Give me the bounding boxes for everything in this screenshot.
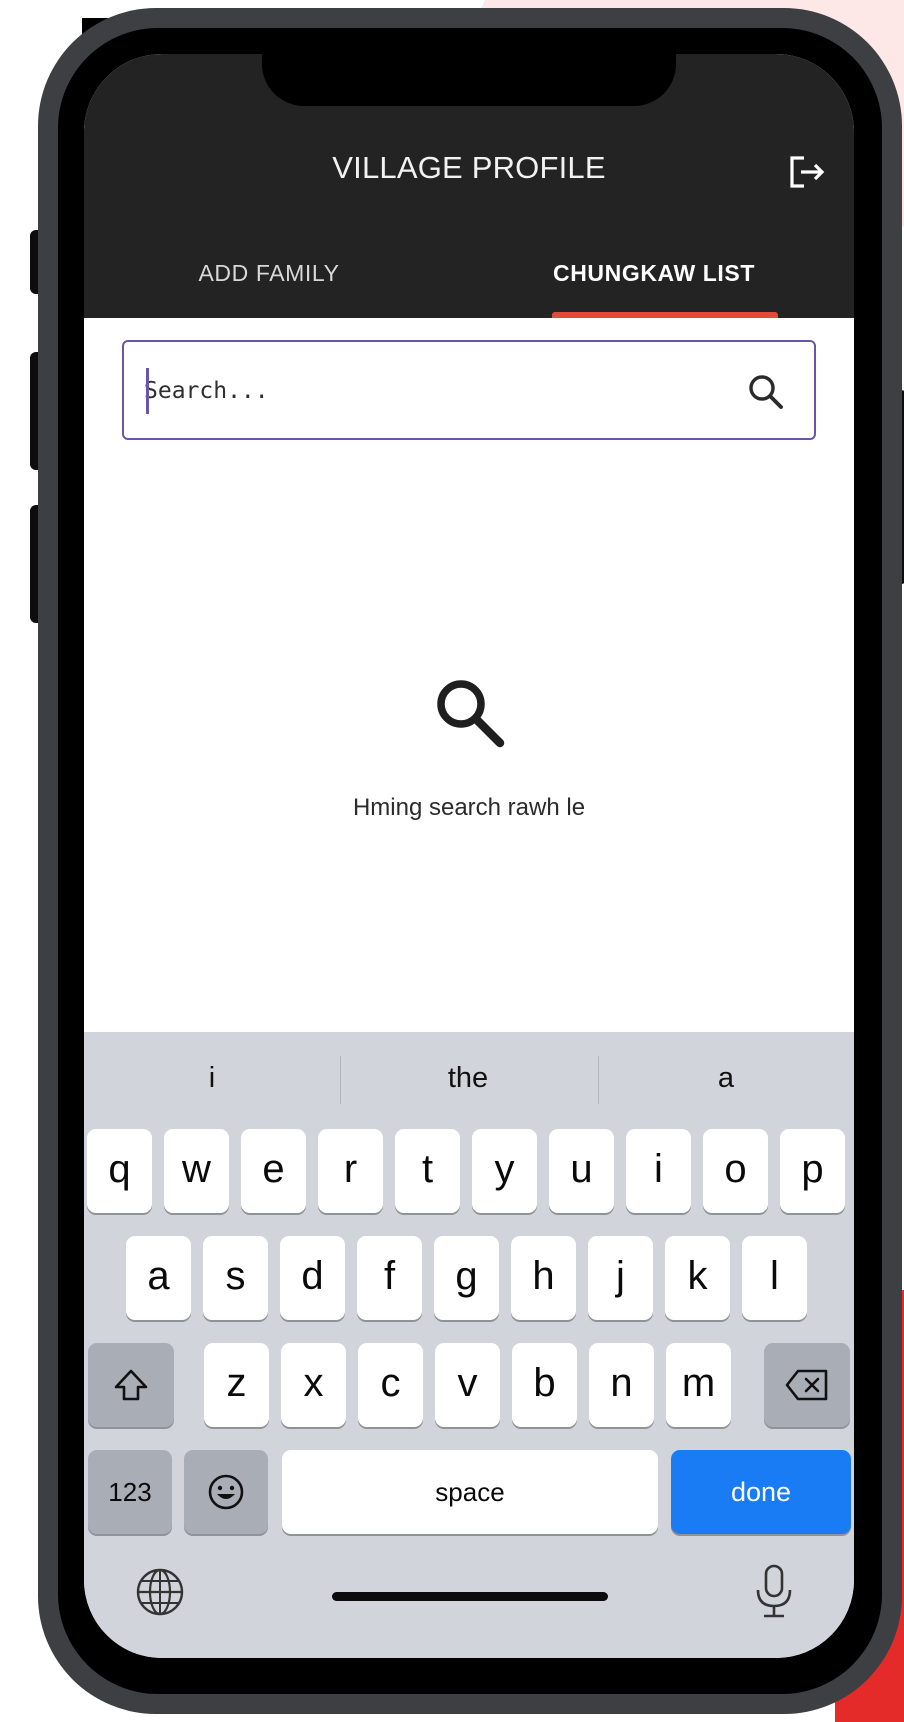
key-x[interactable]: x <box>281 1343 346 1427</box>
done-key[interactable]: done <box>671 1450 851 1534</box>
search-box[interactable] <box>122 340 816 440</box>
key-k[interactable]: k <box>665 1236 730 1320</box>
key-s[interactable]: s <box>203 1236 268 1320</box>
key-o[interactable]: o <box>703 1129 768 1213</box>
globe-icon[interactable] <box>134 1566 186 1618</box>
logout-button[interactable] <box>784 150 828 194</box>
phone-notch <box>262 54 676 106</box>
key-j[interactable]: j <box>588 1236 653 1320</box>
search-icon <box>749 375 783 409</box>
key-q[interactable]: q <box>87 1129 152 1213</box>
key-z[interactable]: z <box>204 1343 269 1427</box>
home-indicator[interactable] <box>332 1592 608 1601</box>
key-p[interactable]: p <box>780 1129 845 1213</box>
search-button[interactable] <box>746 372 786 412</box>
active-tab-indicator <box>552 312 778 318</box>
backspace-icon <box>785 1369 828 1401</box>
key-n[interactable]: n <box>589 1343 654 1427</box>
numbers-key[interactable]: 123 <box>88 1450 172 1534</box>
stage: VILLAGE PROFILE ADD FAMILY CHUNGKAW LIST <box>0 0 904 1722</box>
shift-key[interactable] <box>88 1343 174 1427</box>
tab-chungkaw-list[interactable]: CHUNGKAW LIST <box>454 254 854 318</box>
key-d[interactable]: d <box>280 1236 345 1320</box>
tab-add-family[interactable]: ADD FAMILY <box>84 254 454 318</box>
shift-icon <box>114 1369 148 1401</box>
empty-state-message: Hming search rawh le <box>352 794 586 821</box>
key-y[interactable]: y <box>472 1129 537 1213</box>
keyboard-suggestion[interactable]: the <box>340 1062 596 1095</box>
on-screen-keyboard: i the a q w e r t y u i o p a s d f g h … <box>84 1032 854 1658</box>
key-h[interactable]: h <box>511 1236 576 1320</box>
phone-screen: VILLAGE PROFILE ADD FAMILY CHUNGKAW LIST <box>84 54 854 1658</box>
key-t[interactable]: t <box>395 1129 460 1213</box>
key-g[interactable]: g <box>434 1236 499 1320</box>
logout-icon <box>790 156 825 188</box>
key-v[interactable]: v <box>435 1343 500 1427</box>
keyboard-suggestion-bar: i the a <box>84 1032 854 1124</box>
page-title: VILLAGE PROFILE <box>332 150 606 185</box>
key-e[interactable]: e <box>241 1129 306 1213</box>
text-cursor <box>146 368 149 414</box>
search-input[interactable] <box>144 364 704 418</box>
tab-label: CHUNGKAW LIST <box>552 260 755 286</box>
key-c[interactable]: c <box>358 1343 423 1427</box>
key-a[interactable]: a <box>126 1236 191 1320</box>
search-icon <box>437 680 505 748</box>
microphone-icon[interactable] <box>752 1562 796 1622</box>
key-i[interactable]: i <box>626 1129 691 1213</box>
backspace-key[interactable] <box>764 1343 850 1427</box>
key-f[interactable]: f <box>357 1236 422 1320</box>
key-u[interactable]: u <box>549 1129 614 1213</box>
space-key[interactable]: space <box>282 1450 658 1534</box>
key-b[interactable]: b <box>512 1343 577 1427</box>
key-l[interactable]: l <box>742 1236 807 1320</box>
keyboard-suggestion[interactable]: a <box>598 1062 854 1095</box>
key-w[interactable]: w <box>164 1129 229 1213</box>
key-m[interactable]: m <box>666 1343 731 1427</box>
key-r[interactable]: r <box>318 1129 383 1213</box>
emoji-icon <box>208 1474 244 1510</box>
tab-label: ADD FAMILY <box>198 260 340 286</box>
emoji-key[interactable] <box>184 1450 268 1534</box>
keyboard-suggestion[interactable]: i <box>84 1062 340 1095</box>
